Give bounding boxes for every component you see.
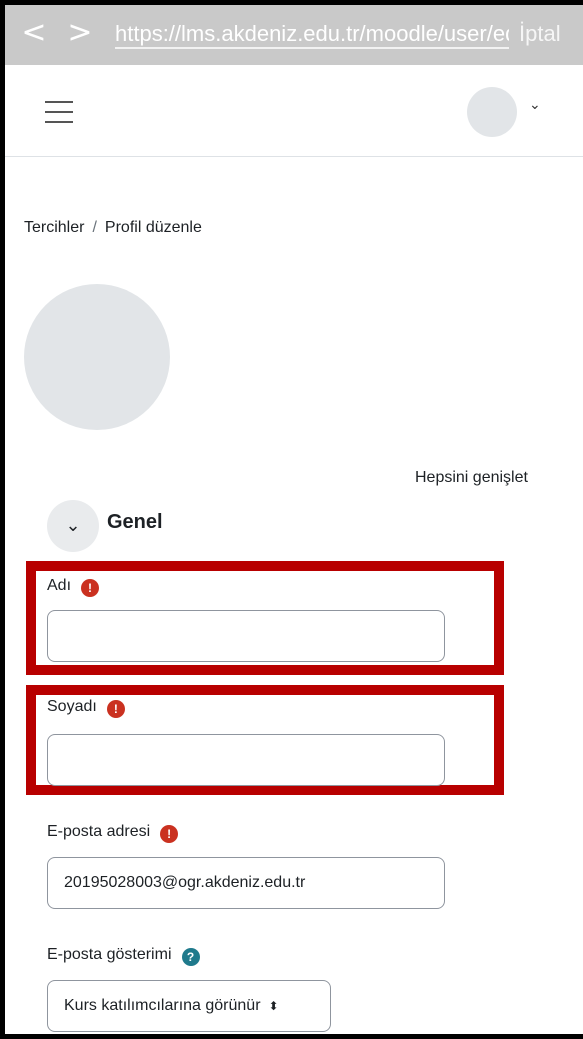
section-collapse-button[interactable]: ⌄: [47, 500, 99, 552]
user-avatar[interactable]: [467, 87, 517, 137]
lastname-input[interactable]: [47, 734, 445, 786]
section-title: Genel: [107, 511, 163, 533]
required-icon: !: [81, 579, 100, 597]
screen: < > https://lms.akdeniz.edu.tr/moodle/us…: [5, 5, 583, 1034]
site-header: ⌄: [5, 65, 583, 157]
email-display-label: E-posta gösterimi?: [47, 946, 200, 966]
chevron-down-icon[interactable]: ⌄: [529, 97, 541, 113]
breadcrumb-separator: /: [92, 219, 97, 236]
required-icon: !: [160, 825, 179, 843]
help-icon[interactable]: ?: [181, 948, 200, 966]
required-icon: !: [106, 700, 125, 718]
breadcrumb: Tercihler / Profil düzenle: [24, 219, 202, 237]
email-input[interactable]: [47, 857, 445, 909]
breadcrumb-item-edit-profile: Profil düzenle: [104, 219, 202, 236]
address-bar[interactable]: https://lms.akdeniz.edu.tr/moodle/user/e…: [115, 19, 509, 49]
forward-button[interactable]: >: [65, 15, 95, 51]
menu-icon[interactable]: [45, 101, 73, 123]
email-display-select[interactable]: Kurs katılımcılarına görünür ⬍: [47, 980, 331, 1032]
sort-arrows-icon: ⬍: [268, 999, 279, 1013]
back-button[interactable]: <: [19, 15, 49, 51]
email-label: E-posta adresi!: [47, 823, 179, 843]
profile-picture: [24, 284, 170, 430]
expand-all-link[interactable]: Hepsini genişlet: [415, 469, 528, 487]
cancel-button[interactable]: İptal: [519, 19, 561, 49]
lastname-label: Soyadı!: [47, 698, 125, 718]
firstname-label: Adı!: [47, 577, 100, 597]
breadcrumb-item-preferences[interactable]: Tercihler: [24, 219, 84, 236]
firstname-input[interactable]: [47, 610, 445, 662]
browser-toolbar: < > https://lms.akdeniz.edu.tr/moodle/us…: [5, 5, 583, 65]
chevron-down-icon: ⌄: [65, 515, 81, 536]
